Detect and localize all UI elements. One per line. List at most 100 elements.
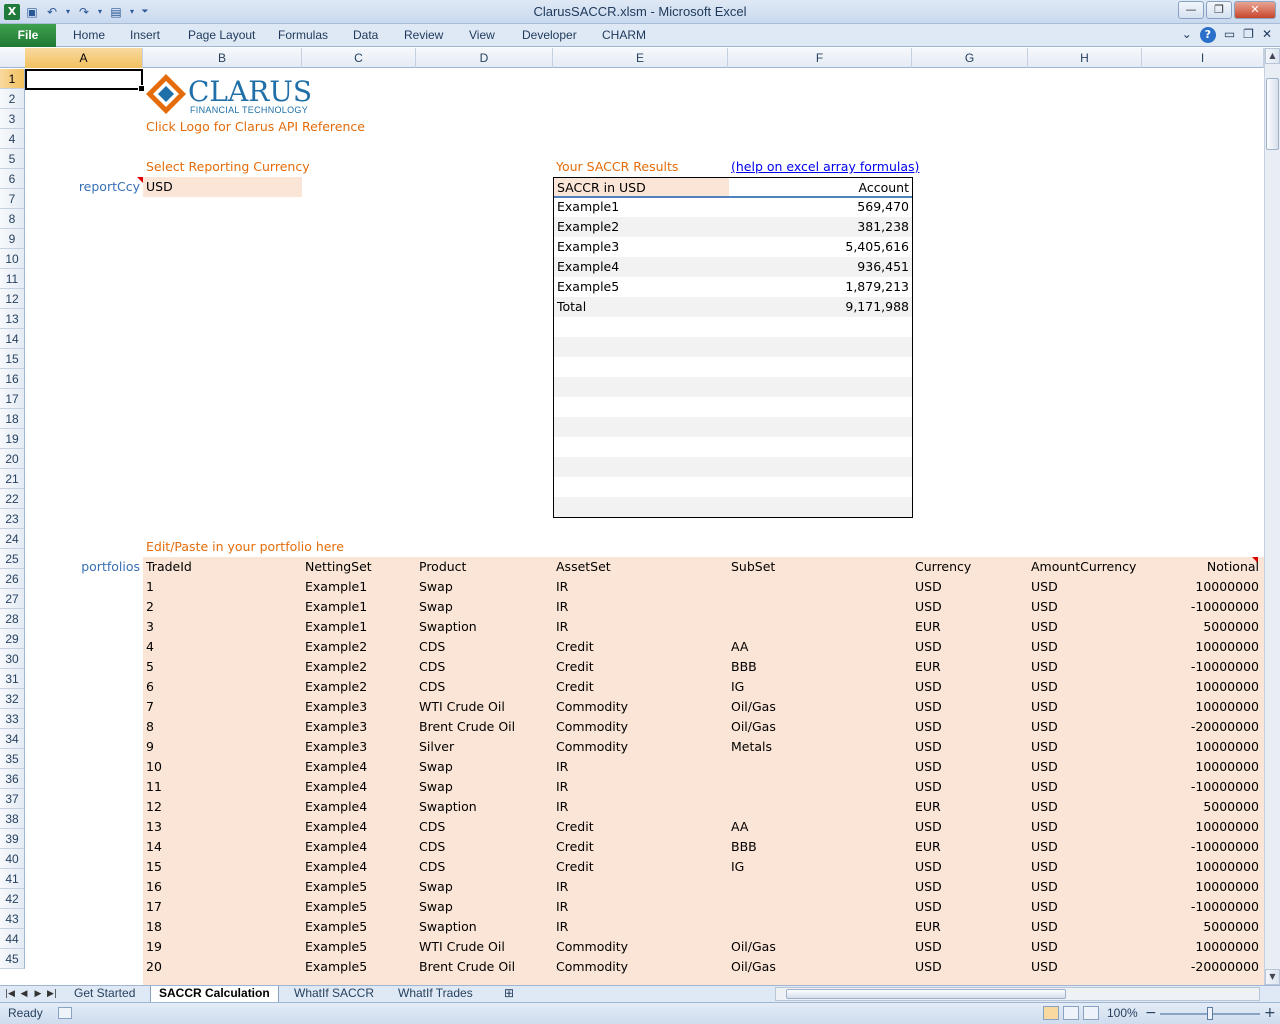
insert-sheet-icon[interactable]: ⊞	[496, 986, 522, 1002]
row-header[interactable]: 17	[0, 389, 25, 409]
portfolio-cell[interactable]: USD	[1028, 917, 1142, 937]
results-name-cell[interactable]: Example5	[554, 277, 729, 297]
row-header[interactable]: 25	[0, 549, 25, 569]
portfolio-cell[interactable]: IR	[553, 577, 728, 597]
portfolio-cell[interactable]: -20000000	[1142, 717, 1262, 737]
portfolio-header-cell[interactable]: AssetSet	[553, 557, 728, 577]
portfolio-cell[interactable]: USD	[912, 857, 1028, 877]
portfolio-cell[interactable]: 10000000	[1142, 677, 1262, 697]
portfolio-cell[interactable]: USD	[1028, 817, 1142, 837]
column-header-b[interactable]: B	[143, 48, 302, 68]
tab-charm[interactable]: CHARM	[602, 28, 646, 42]
portfolio-cell[interactable]: IR	[553, 777, 728, 797]
portfolio-cell[interactable]: USD	[1028, 797, 1142, 817]
results-value-cell[interactable]: 936,451	[729, 257, 912, 277]
file-tab[interactable]: File	[0, 24, 56, 47]
portfolio-cell[interactable]: 10000000	[1142, 737, 1262, 757]
portfolio-cell[interactable]: USD	[1028, 877, 1142, 897]
portfolio-cell[interactable]: 19	[143, 937, 302, 957]
portfolio-cell[interactable]: 12	[143, 797, 302, 817]
portfolio-cell[interactable]	[728, 757, 912, 777]
page-break-view-icon[interactable]	[1083, 1006, 1099, 1020]
portfolio-cell[interactable]: CDS	[416, 837, 553, 857]
row-header[interactable]: 28	[0, 609, 25, 629]
portfolio-cell[interactable]: Example4	[302, 757, 416, 777]
portfolio-cell[interactable]: 18	[143, 917, 302, 937]
row-header[interactable]: 40	[0, 849, 25, 869]
portfolio-cell[interactable]: USD	[1028, 897, 1142, 917]
portfolio-cell[interactable]: Metals	[728, 737, 912, 757]
portfolio-cell[interactable]: Example5	[302, 917, 416, 937]
portfolio-cell[interactable]: USD	[1028, 957, 1142, 977]
portfolio-cell[interactable]: WTI Crude Oil	[416, 697, 553, 717]
portfolio-cell[interactable]: 10000000	[1142, 937, 1262, 957]
portfolio-cell[interactable]: 10	[143, 757, 302, 777]
column-header-a[interactable]: A	[25, 48, 143, 68]
portfolio-cell[interactable]: Credit	[553, 857, 728, 877]
portfolio-cell[interactable]: CDS	[416, 817, 553, 837]
portfolio-cell[interactable]: -10000000	[1142, 777, 1262, 797]
row-header[interactable]: 39	[0, 829, 25, 849]
row-header[interactable]: 13	[0, 309, 25, 329]
portfolio-cell[interactable]: Example1	[302, 617, 416, 637]
sheet-tab-get-started[interactable]: Get Started	[66, 986, 143, 1002]
portfolio-cell[interactable]: Example1	[302, 577, 416, 597]
portfolio-cell[interactable]: Commodity	[553, 957, 728, 977]
vertical-scrollbar[interactable]: ▲ ▼	[1264, 48, 1280, 985]
row-header[interactable]: 44	[0, 929, 25, 949]
portfolio-cell[interactable]: IR	[553, 757, 728, 777]
row-header[interactable]: 10	[0, 249, 25, 269]
portfolio-cell[interactable]: USD	[1028, 597, 1142, 617]
portfolio-cell[interactable]: 2	[143, 597, 302, 617]
portfolio-cell[interactable]: USD	[1028, 617, 1142, 637]
portfolio-cell[interactable]: 10000000	[1142, 577, 1262, 597]
portfolio-cell[interactable]: Commodity	[553, 697, 728, 717]
tab-view[interactable]: View	[469, 28, 495, 42]
results-name-cell[interactable]: Example3	[554, 237, 729, 257]
portfolio-cell[interactable]: EUR	[912, 657, 1028, 677]
portfolio-cell[interactable]: AA	[728, 637, 912, 657]
results-value-cell[interactable]: 569,470	[729, 197, 912, 217]
workbook-close-icon[interactable]: ✕	[1262, 27, 1272, 43]
portfolio-cell[interactable]: USD	[1028, 837, 1142, 857]
portfolio-header-cell[interactable]: NettingSet	[302, 557, 416, 577]
row-header[interactable]: 16	[0, 369, 25, 389]
row-header[interactable]: 36	[0, 769, 25, 789]
portfolio-cell[interactable]: 10000000	[1142, 697, 1262, 717]
column-header-e[interactable]: E	[553, 48, 728, 68]
portfolio-cell[interactable]	[728, 617, 912, 637]
row-header[interactable]: 6	[0, 169, 25, 189]
minimize-ribbon-icon[interactable]: ⌄	[1182, 27, 1192, 43]
portfolio-cell[interactable]	[728, 877, 912, 897]
column-header-f[interactable]: F	[728, 48, 912, 68]
tab-formulas[interactable]: Formulas	[278, 28, 328, 42]
portfolio-cell[interactable]: 3	[143, 617, 302, 637]
portfolio-cell[interactable]: Swap	[416, 757, 553, 777]
portfolio-cell[interactable]: EUR	[912, 837, 1028, 857]
row-header[interactable]: 2	[0, 89, 25, 109]
portfolio-cell[interactable]: Example3	[302, 697, 416, 717]
close-button[interactable]: ✕	[1234, 1, 1276, 19]
portfolio-cell[interactable]: Credit	[553, 677, 728, 697]
portfolio-cell[interactable]: 20	[143, 957, 302, 977]
portfolio-cell[interactable]: Oil/Gas	[728, 957, 912, 977]
portfolio-cell[interactable]: USD	[1028, 697, 1142, 717]
portfolio-cell[interactable]: CDS	[416, 637, 553, 657]
portfolio-cell[interactable]: Example3	[302, 737, 416, 757]
portfolio-cell[interactable]	[728, 777, 912, 797]
portfolio-cell[interactable]: Oil/Gas	[728, 697, 912, 717]
horizontal-scrollbar[interactable]	[775, 987, 1260, 1001]
portfolio-cell[interactable]: USD	[912, 897, 1028, 917]
portfolio-cell[interactable]: Example4	[302, 817, 416, 837]
row-header[interactable]: 27	[0, 589, 25, 609]
row-header[interactable]: 30	[0, 649, 25, 669]
worksheet-grid[interactable]: CLARUS FINANCIAL TECHNOLOGY Click Logo f…	[25, 69, 1264, 985]
portfolio-cell[interactable]: 16	[143, 877, 302, 897]
tab-review[interactable]: Review	[404, 28, 443, 42]
row-header[interactable]: 9	[0, 229, 25, 249]
portfolio-cell[interactable]: -20000000	[1142, 957, 1262, 977]
portfolio-cell[interactable]: USD	[912, 697, 1028, 717]
help-icon[interactable]: ?	[1199, 27, 1216, 43]
portfolio-cell[interactable]: WTI Crude Oil	[416, 937, 553, 957]
portfolio-header-cell[interactable]: Product	[416, 557, 553, 577]
